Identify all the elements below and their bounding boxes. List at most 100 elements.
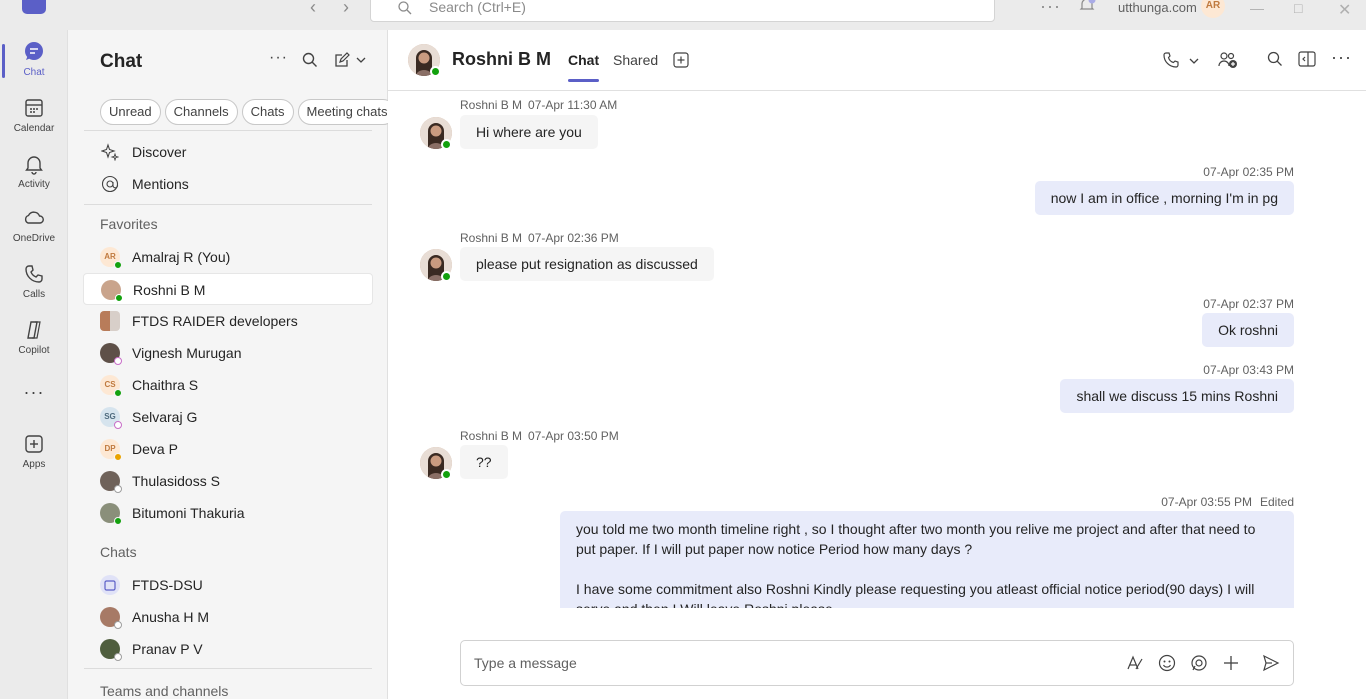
more-options-icon[interactable]: ··· [1040, 0, 1061, 17]
timestamp: 07-Apr 11:30 AM [528, 98, 618, 112]
filter-chips: Unread Channels Chats Meeting chats [100, 99, 397, 125]
contact-name: Roshni B M [452, 49, 551, 69]
loop-icon[interactable] [1190, 654, 1208, 672]
filter-chats[interactable]: Chats [241, 99, 294, 125]
rail-chat[interactable]: Chat [0, 40, 68, 78]
presence-available-icon [114, 261, 122, 269]
chat-name: Chaithra S [132, 377, 199, 393]
chat-item-bitumoni[interactable]: Bitumoni Thakuria [83, 497, 373, 529]
copilot-icon [27, 321, 41, 339]
maximize-icon[interactable]: □ [1294, 0, 1302, 16]
rail-calendar[interactable]: Calendar [0, 96, 68, 134]
rail-calls[interactable]: Calls [0, 262, 68, 300]
quick-item-label: Mentions [132, 176, 189, 192]
chat-item-pranav[interactable]: Pranav P V [83, 633, 373, 665]
cloud-icon [24, 211, 44, 224]
chat-item-amalraj[interactable]: AR Amalraj R (You) [83, 241, 373, 273]
pane-title: Chat [100, 51, 143, 72]
message-meta: Roshni B M 07-Apr 03:50 PM [460, 429, 619, 443]
filter-channels[interactable]: Channels [164, 99, 238, 125]
rail-label: Chat [23, 67, 45, 78]
calendar-icon [104, 580, 116, 591]
back-arrow-icon[interactable]: ‹ [310, 0, 316, 16]
filter-meeting-chats[interactable]: Meeting chats [297, 99, 397, 125]
rail-label: Copilot [18, 345, 50, 356]
chevron-down-icon[interactable] [356, 56, 366, 64]
rail-apps[interactable]: Apps [0, 432, 68, 470]
message-bubble-incoming[interactable]: please put resignation as discussed [460, 247, 714, 281]
message-text: you told me two month timeline right , s… [576, 521, 1256, 557]
message-input[interactable] [474, 655, 1074, 671]
new-chat-icon[interactable] [334, 52, 350, 68]
divider [84, 130, 372, 131]
chat-item-chaithra[interactable]: CS Chaithra S [83, 369, 373, 401]
presence-available-icon [114, 389, 122, 397]
message-meta: Roshni B M 07-Apr 11:30 AM [460, 98, 617, 112]
more-options-icon[interactable]: ··· [269, 49, 288, 67]
chat-name: FTDS RAIDER developers [132, 313, 298, 329]
message-bubble-outgoing[interactable]: shall we discuss 15 mins Roshni [1060, 379, 1294, 413]
message-bubble-outgoing[interactable]: you told me two month timeline right , s… [560, 511, 1294, 608]
sparkle-icon [101, 143, 119, 161]
user-avatar[interactable]: AR [1201, 0, 1225, 18]
chat-item-roshni[interactable]: Roshni B M [83, 273, 373, 305]
rail-label: Calendar [13, 123, 55, 134]
chat-item-thulasidoss[interactable]: Thulasidoss S [83, 465, 373, 497]
more-apps-icon[interactable]: ··· [0, 382, 68, 403]
plus-icon[interactable] [1222, 654, 1240, 672]
format-icon[interactable] [1126, 654, 1144, 672]
message-meta: 07-Apr 02:37 PM [1203, 297, 1294, 311]
chat-item-ftds-dsu[interactable]: FTDS-DSU [83, 569, 373, 601]
sender-name: Roshni B M [460, 98, 523, 112]
chat-item-anusha[interactable]: Anusha H M [83, 601, 373, 633]
presence-available-icon [441, 271, 452, 282]
forward-arrow-icon[interactable]: › [343, 0, 349, 16]
search-icon[interactable] [1267, 51, 1283, 67]
chevron-down-icon[interactable] [1189, 57, 1199, 65]
compose-box[interactable] [460, 640, 1294, 686]
chat-item-deva[interactable]: DP Deva P [83, 433, 373, 465]
message-bubble-outgoing[interactable]: Ok roshni [1202, 313, 1294, 347]
message-bubble-outgoing[interactable]: now I am in office , morning I'm in pg [1034, 181, 1294, 215]
close-icon[interactable]: ✕ [1338, 0, 1351, 20]
notification-bell-icon[interactable] [1078, 0, 1096, 14]
chat-item-vignesh[interactable]: Vignesh Murugan [83, 337, 373, 369]
calendar-icon [25, 99, 43, 117]
message-bubble-incoming[interactable]: Hi where are you [460, 115, 598, 149]
message-bubble-incoming[interactable]: ?? [460, 445, 508, 479]
filter-unread[interactable]: Unread [100, 99, 161, 125]
rail-label: Calls [22, 289, 46, 300]
quick-item-label: Discover [132, 144, 187, 160]
presence-offline-icon [114, 485, 122, 493]
message-list: Roshni B M 07-Apr 11:30 AM Hi where are y… [388, 91, 1366, 608]
chat-item-selvaraj[interactable]: SG Selvaraj G [83, 401, 373, 433]
quick-item-mentions[interactable]: Mentions [83, 168, 373, 200]
search-input[interactable] [429, 0, 829, 15]
more-options-icon[interactable]: ··· [1331, 47, 1352, 68]
send-icon[interactable] [1262, 654, 1280, 672]
search-icon[interactable] [302, 52, 318, 68]
chats-header[interactable]: Chats [100, 544, 137, 560]
open-side-panel-icon[interactable] [1298, 51, 1316, 67]
emoji-icon[interactable] [1158, 654, 1176, 672]
chat-item-ftds-raider[interactable]: FTDS RAIDER developers [83, 305, 373, 337]
add-tab-icon[interactable] [673, 52, 689, 68]
add-app-icon [25, 435, 43, 453]
rail-copilot[interactable]: Copilot [0, 318, 68, 356]
minimize-icon[interactable]: — [1250, 0, 1264, 16]
timestamp: 07-Apr 03:50 PM [528, 429, 619, 443]
presence-offline-icon [114, 653, 122, 661]
favorites-header[interactable]: Favorites [100, 216, 158, 232]
quick-item-discover[interactable]: Discover [83, 136, 373, 168]
at-icon [101, 175, 119, 193]
phone-icon[interactable] [1162, 51, 1180, 69]
rail-onedrive[interactable]: OneDrive [0, 206, 68, 244]
search-box[interactable] [370, 0, 995, 22]
add-people-icon[interactable] [1218, 51, 1238, 69]
tab-shared[interactable]: Shared [613, 52, 658, 68]
tab-chat[interactable]: Chat [568, 52, 600, 82]
timestamp: 07-Apr 02:36 PM [528, 231, 619, 245]
teams-channels-header[interactable]: Teams and channels [100, 683, 228, 699]
rail-activity[interactable]: Activity [0, 152, 68, 190]
